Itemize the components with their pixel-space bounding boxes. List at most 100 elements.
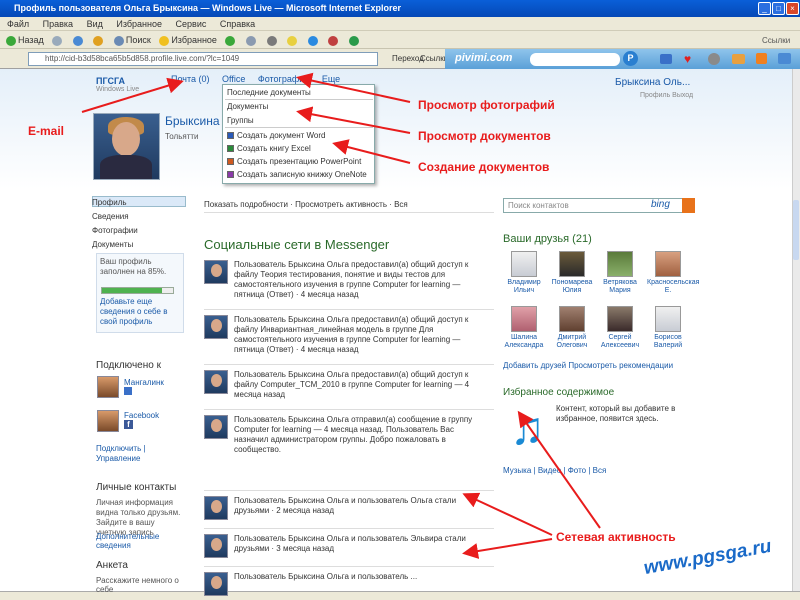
star-icon [159,35,170,46]
feed-avatar[interactable] [204,572,228,596]
contacts-link[interactable]: Дополнительные сведения [96,532,184,550]
rss-icon[interactable] [756,53,767,64]
links-label[interactable]: Ссылки [420,52,448,66]
edit-button[interactable] [287,31,299,49]
grid-icon[interactable] [660,54,672,64]
friend-avatar [511,306,537,332]
profile-location: Тольятти [165,132,199,141]
profile-photo-face [112,122,140,156]
forward-button[interactable] [52,31,64,49]
user-links[interactable]: Профиль Выход [640,92,693,99]
friend-avatar [607,306,633,332]
back-button[interactable]: Назад [6,31,44,49]
sidebar-item-documents[interactable]: Документы [92,240,133,249]
friend-card[interactable]: Борисов Валерий [647,306,689,350]
messenger-button[interactable] [307,31,320,49]
feed-avatar[interactable] [204,370,228,394]
refresh-button[interactable] [72,31,85,49]
friend-card[interactable]: Красносельская Е. [647,251,699,295]
nav-mail[interactable]: Почта (0) [171,74,210,84]
dd-divider [225,99,373,100]
sidebar-item-photos[interactable]: Фотографии [92,226,138,235]
dd-new-word[interactable]: Создать документ Word [227,131,325,140]
folder-icon[interactable] [732,54,745,64]
menu-edit[interactable]: Правка [43,19,73,29]
dd-new-powerpoint[interactable]: Создать презентацию PowerPoint [227,157,361,166]
site-logo[interactable]: ПГСГА [96,76,125,86]
menu-help[interactable]: Справка [220,19,255,29]
sidebar-item-profile[interactable]: Профиль [92,198,127,207]
forward-icon [52,35,63,46]
window-title: Профиль пользователя Ольга Брыксина — Wi… [0,0,800,17]
scrollbar-thumb[interactable] [793,200,799,260]
dd-new-excel[interactable]: Создать книгу Excel [227,144,311,153]
connected-links[interactable]: Подключить | Управление [96,444,182,464]
menu-view[interactable]: Вид [87,19,103,29]
dd-documents[interactable]: Документы [227,102,268,111]
friend-card[interactable]: Сергей Алексеевич [599,306,641,350]
addon-icon [348,35,359,46]
favorites-links[interactable]: Музыка | Видео | Фото | Вся [503,466,606,475]
bing-logo: bing [651,199,670,210]
connected-mangalink[interactable]: Мангалинк [124,378,164,387]
feed-text: Пользователь Брыксина Ольга отправил(а) … [234,415,473,454]
dd-groups[interactable]: Группы [227,116,254,125]
nav-photos[interactable]: Фотографии [258,74,309,84]
dd-divider [225,127,373,128]
feed-avatar[interactable] [204,315,228,339]
addon-button[interactable] [348,31,361,49]
onenote-icon [227,171,234,179]
pivimi-menu-icon[interactable] [778,53,791,64]
friend-card[interactable]: Пономарева Юлия [551,251,593,295]
mail-button[interactable] [245,31,258,49]
nav-more[interactable]: Еще [322,74,340,84]
close-icon[interactable]: × [786,2,799,15]
refresh-icon [72,35,83,46]
friend-card[interactable]: Владимир Ильич [503,251,545,295]
feed-filter[interactable]: Показать подробности · Просмотреть актив… [204,200,408,209]
sidebar-item-details[interactable]: Сведения [92,212,129,221]
nav-office[interactable]: Office [222,74,245,84]
search-icon[interactable] [682,198,695,213]
menu-tools[interactable]: Сервис [176,19,207,29]
minimize-icon[interactable]: _ [758,2,771,15]
word-icon [227,132,234,140]
research-button[interactable] [328,31,340,49]
favorites-button[interactable]: Избранное [159,31,217,49]
feed-item: Пользователь Брыксина Ольга предоставил(… [204,260,494,310]
history-button[interactable] [225,31,237,49]
scrollbar[interactable] [792,69,800,591]
go-button[interactable]: Переход [392,52,424,66]
menu-file[interactable]: Файл [7,19,29,29]
pivimi-logo[interactable]: pivimi.com [455,52,512,64]
friend-card[interactable]: Шалина Александра [503,306,545,350]
feed-avatar[interactable] [204,534,228,558]
maximize-icon[interactable]: □ [772,2,785,15]
connected-avatar[interactable] [97,376,119,398]
feed-avatar[interactable] [204,496,228,520]
friend-card[interactable]: Дмитрий Олегович [551,306,593,350]
friend-card[interactable]: Ветрякова Мария [599,251,641,295]
connected-facebook[interactable]: Facebook [124,411,159,420]
contacts-title: Личные контакты [96,482,177,493]
print-button[interactable] [266,31,279,49]
user-name[interactable]: Брыксина Оль... [615,77,690,88]
friends-links[interactable]: Добавить друзей Просмотреть рекомендации [503,361,673,370]
dd-recent[interactable]: Последние документы [227,88,311,97]
home-button[interactable] [93,31,105,49]
gear-icon[interactable] [708,53,720,65]
dd-new-onenote[interactable]: Создать записную книжку OneNote [227,170,367,179]
address-input[interactable]: http://cid-b3d58bca65b5d858.profile.live… [28,52,378,66]
feed-avatar[interactable] [204,260,228,284]
heart-icon[interactable]: ♥ [684,53,691,65]
progress-link[interactable]: Добавьте еще сведения о себе в свой проф… [100,297,182,327]
pivimi-search-input[interactable] [530,53,620,66]
friend-avatar [559,306,585,332]
feed-text: Пользователь Брыксина Ольга и пользовате… [234,534,466,553]
connected-avatar[interactable] [97,410,119,432]
pivimi-go-icon[interactable]: P [623,51,638,66]
powerpoint-icon [227,158,234,166]
feed-avatar[interactable] [204,415,228,439]
search-button[interactable]: Поиск [113,31,151,49]
menu-favorites[interactable]: Избранное [116,19,162,29]
